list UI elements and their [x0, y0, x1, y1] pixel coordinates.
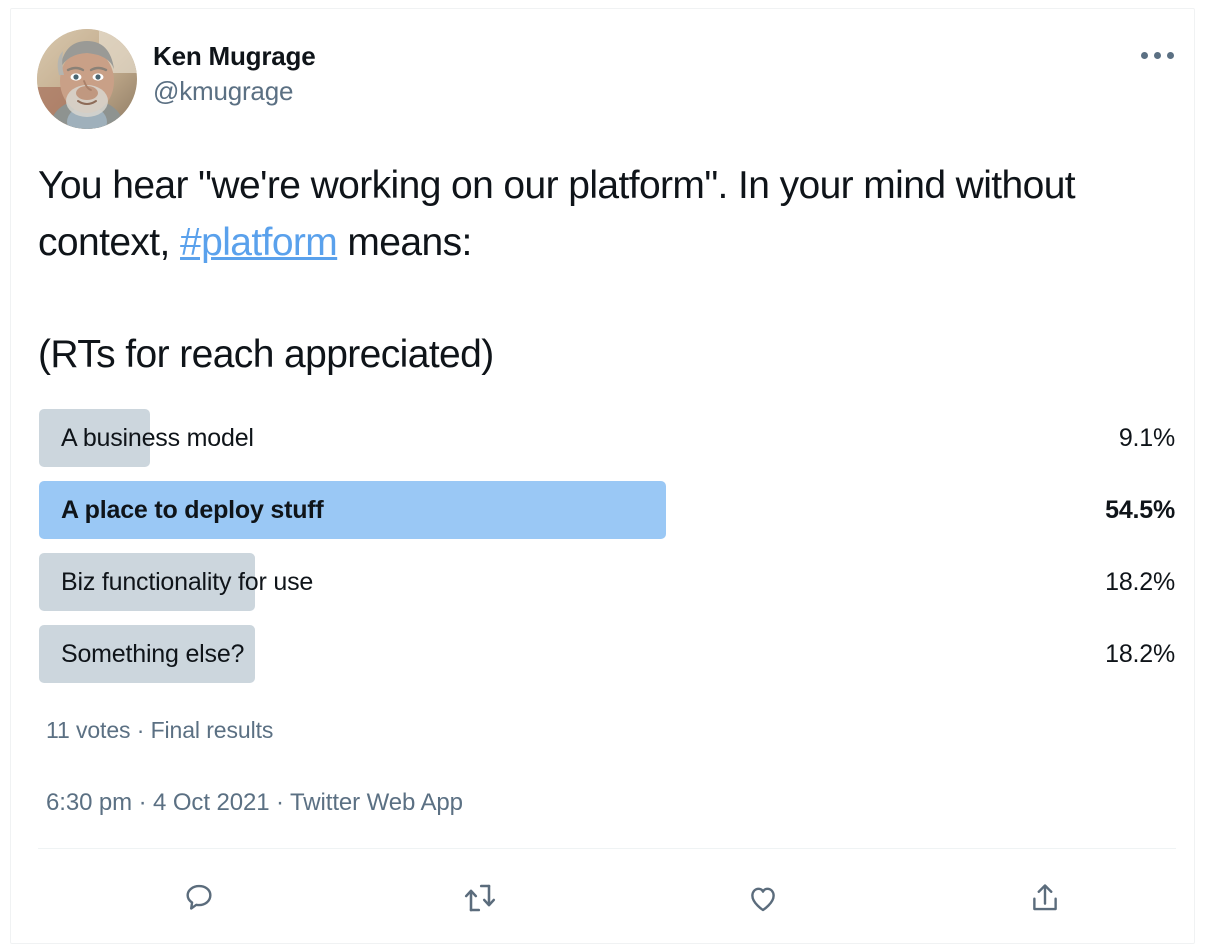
tweet-card: Ken Mugrage @kmugrage You hear "we're wo…	[10, 8, 1195, 944]
author-display-name: Ken Mugrage	[153, 41, 316, 71]
tweet-timestamp: 6:30 pm · 4 Oct 2021 · Twitter Web App	[46, 789, 463, 816]
more-horizontal-icon-dot	[1140, 51, 1148, 59]
tweet-action-bar	[38, 869, 1176, 931]
more-horizontal-icon-dot	[1153, 51, 1161, 59]
poll-option-label: Biz functionality for use	[61, 568, 314, 596]
poll-meta: 11 votes · Final results	[46, 717, 274, 743]
more-options-button[interactable]	[1134, 41, 1180, 69]
divider	[38, 848, 1176, 849]
author-identity[interactable]: Ken Mugrage @kmugrage	[153, 29, 316, 109]
heart-icon	[751, 887, 775, 912]
poll-option-percent: 9.1%	[1118, 424, 1175, 452]
poll-option-row[interactable]: Something else? 18.2%	[39, 625, 1175, 683]
tweet-text-line2: (RTs for reach appreciated)	[38, 333, 494, 376]
poll-option-row[interactable]: Biz functionality for use 18.2%	[39, 553, 1175, 611]
poll-option-row[interactable]: A place to deploy stuff 54.5%	[39, 481, 1175, 539]
poll-option-label: Something else?	[61, 640, 245, 668]
author-handle: @kmugrage	[153, 76, 294, 106]
tweet-text-part2: means:	[337, 221, 472, 264]
retweet-icon	[464, 884, 496, 912]
poll-option-percent: 54.5%	[1105, 496, 1175, 524]
poll-option-percent: 18.2%	[1105, 568, 1175, 596]
poll-option-label: A business model	[61, 424, 254, 452]
retweet-button[interactable]	[451, 869, 509, 927]
poll-option-label: A place to deploy stuff	[61, 496, 324, 524]
profile-photo-icon	[37, 29, 137, 129]
avatar[interactable]	[37, 29, 137, 129]
reply-button[interactable]	[170, 869, 228, 927]
share-icon	[1033, 884, 1057, 911]
more-horizontal-icon-dot	[1166, 51, 1174, 59]
tweet-header: Ken Mugrage @kmugrage	[37, 29, 1176, 129]
poll-option-percent: 18.2%	[1105, 640, 1175, 668]
poll: A business model 9.1% A place to deploy …	[39, 409, 1175, 697]
share-button[interactable]	[1016, 869, 1074, 927]
hashtag-link[interactable]: #platform	[180, 221, 338, 264]
tweet-text: You hear "we're working on our platform"…	[38, 157, 1164, 383]
reply-icon	[186, 884, 212, 910]
poll-option-row[interactable]: A business model 9.1%	[39, 409, 1175, 467]
like-button[interactable]	[734, 869, 792, 927]
